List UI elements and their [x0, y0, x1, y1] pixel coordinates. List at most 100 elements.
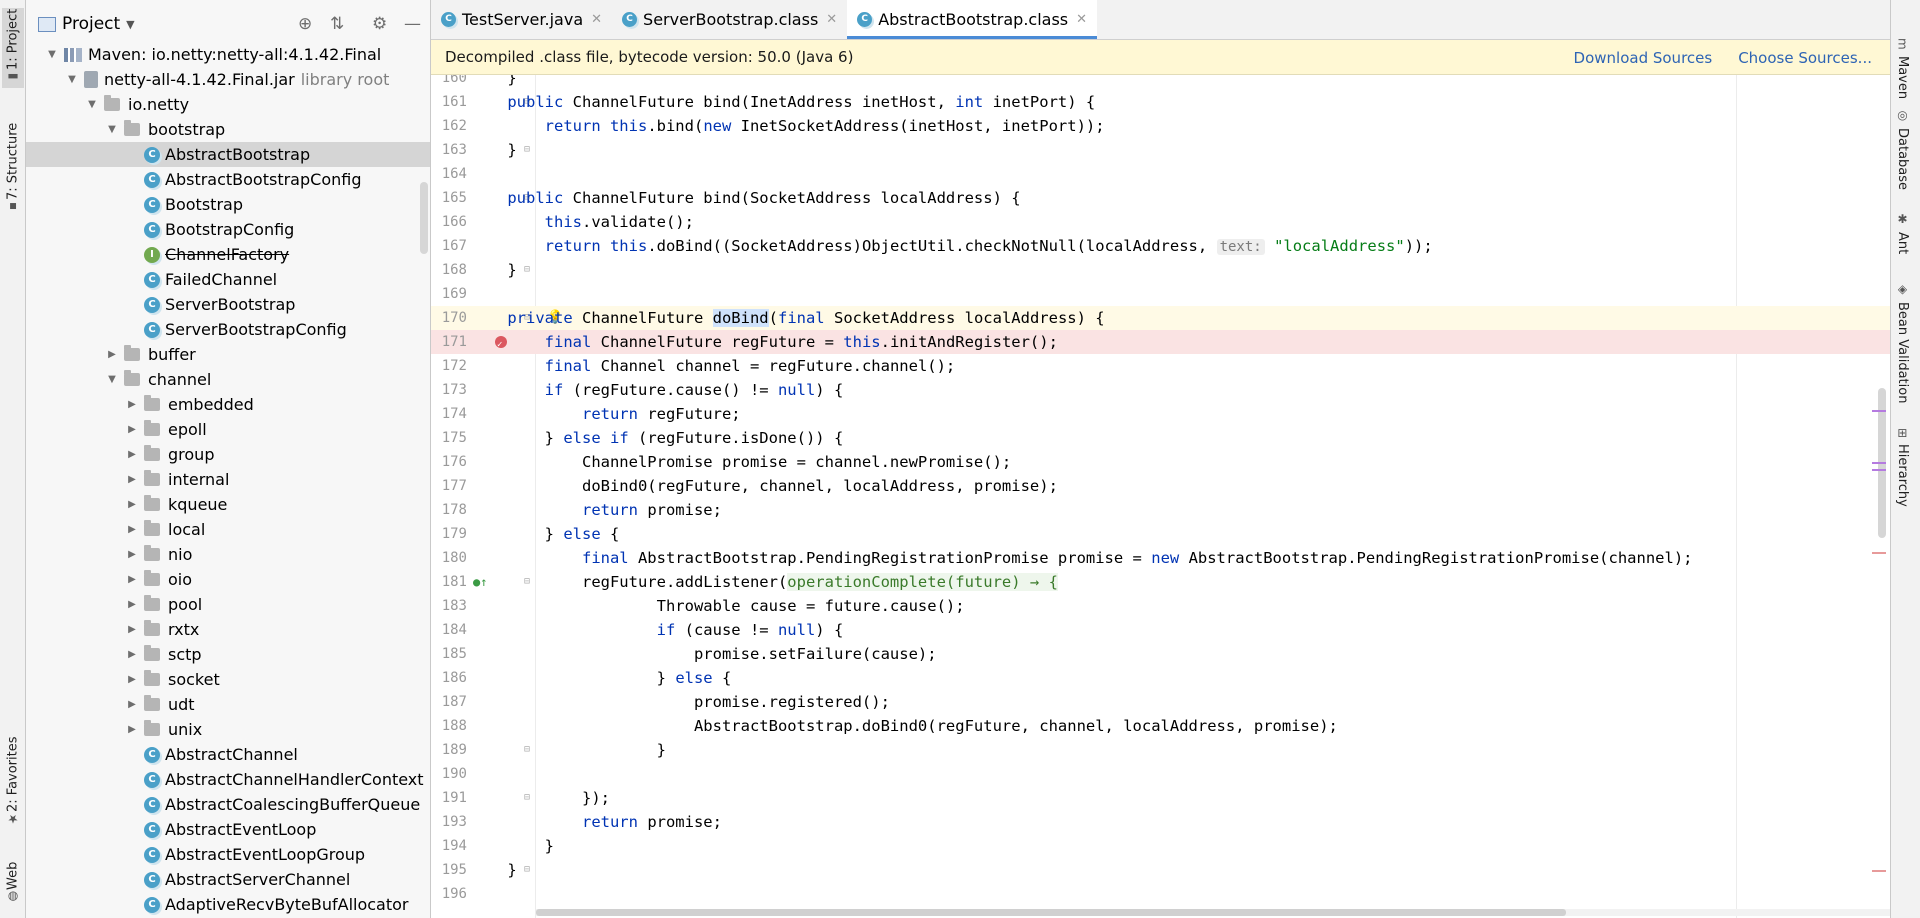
fold-marker-icon[interactable]: ⊟ — [524, 858, 530, 882]
structure-tool-tab[interactable]: ▪ 7: Structure — [2, 118, 24, 218]
web-tool-tab[interactable]: ◍ Web — [2, 848, 24, 908]
tree-item[interactable]: ▶ sctp — [26, 642, 430, 667]
editor-tab[interactable]: C TestServer.java ✕ — [431, 0, 612, 39]
gear-icon[interactable]: ⚙ — [372, 14, 387, 34]
tree-item[interactable]: C BootstrapConfig — [26, 217, 430, 242]
tree-item-label: oio — [168, 570, 193, 589]
choose-sources-link[interactable]: Choose Sources... — [1738, 49, 1872, 67]
collapsed-arrow-icon[interactable]: ▶ — [124, 649, 140, 660]
tree-item[interactable]: ▶ buffer — [26, 342, 430, 367]
tree-item-label: channel — [148, 370, 212, 389]
tree-item[interactable]: C AbstractServerChannel — [26, 867, 430, 892]
collapsed-arrow-icon[interactable]: ▶ — [124, 524, 140, 535]
bean-validation-tool-tab[interactable]: ◈ Bean Validation — [1895, 282, 1910, 403]
tree-item[interactable]: ▶ group — [26, 442, 430, 467]
collapsed-arrow-icon[interactable]: ▶ — [124, 499, 140, 510]
collapsed-arrow-icon[interactable]: ▶ — [124, 399, 140, 410]
tree-item[interactable]: ▶ unix — [26, 717, 430, 742]
collapsed-arrow-icon[interactable]: ▶ — [124, 549, 140, 560]
project-view-selector[interactable]: Project ▼ — [38, 14, 135, 34]
tree-item[interactable]: C AbstractEventLoop — [26, 817, 430, 842]
locate-icon[interactable]: ⊕ — [298, 14, 312, 34]
tree-item[interactable]: ▶ local — [26, 517, 430, 542]
download-sources-link[interactable]: Download Sources — [1574, 49, 1713, 67]
tree-item[interactable]: ▶ rxtx — [26, 617, 430, 642]
tree-item-label: AbstractServerChannel — [165, 870, 351, 889]
tree-item[interactable]: C Bootstrap — [26, 192, 430, 217]
collapsed-arrow-icon[interactable]: ▶ — [124, 674, 140, 685]
expanded-arrow-icon[interactable]: ▼ — [84, 99, 100, 110]
tree-item[interactable]: ▶ kqueue — [26, 492, 430, 517]
tree-item[interactable]: ▼ Maven: io.netty:netty-all:4.1.42.Final — [26, 42, 430, 67]
ant-tool-tab[interactable]: ✱ Ant — [1895, 212, 1910, 254]
tree-item[interactable]: ▶ epoll — [26, 417, 430, 442]
tree-item[interactable]: C FailedChannel — [26, 267, 430, 292]
hierarchy-tool-tab[interactable]: ⊞ Hierarchy — [1895, 428, 1910, 507]
tree-item[interactable]: C AbstractChannel — [26, 742, 430, 767]
tree-item[interactable]: I ChannelFactory — [26, 242, 430, 267]
tree-item[interactable]: ▶ pool — [26, 592, 430, 617]
fold-marker-icon[interactable]: ⊟ — [524, 138, 530, 162]
error-stripe-mark[interactable] — [1872, 870, 1886, 872]
tree-item[interactable]: C AdaptiveRecvByteBufAllocator — [26, 892, 430, 917]
expanded-arrow-icon[interactable]: ▼ — [64, 74, 80, 85]
hide-panel-icon[interactable]: — — [404, 14, 421, 34]
horizontal-scrollbar[interactable] — [536, 909, 1890, 916]
tree-item[interactable]: C AbstractBootstrapConfig — [26, 167, 430, 192]
tree-item[interactable]: ▼ io.netty — [26, 92, 430, 117]
collapsed-arrow-icon[interactable]: ▶ — [124, 724, 140, 735]
collapsed-arrow-icon[interactable]: ▶ — [124, 624, 140, 635]
collapsed-arrow-icon[interactable]: ▶ — [124, 699, 140, 710]
tree-item[interactable]: ▶ internal — [26, 467, 430, 492]
tree-item[interactable]: C AbstractCoalescingBufferQueue — [26, 792, 430, 817]
package-icon — [144, 670, 160, 686]
close-icon[interactable]: ✕ — [1076, 12, 1087, 27]
project-tool-tab[interactable]: ▬ 1: Project — [2, 8, 24, 88]
code-token: .bind( — [647, 117, 704, 135]
tree-item[interactable]: ▶ oio — [26, 567, 430, 592]
tree-item[interactable]: ▶ embedded — [26, 392, 430, 417]
tree-item[interactable]: C AbstractChannelHandlerContext — [26, 767, 430, 792]
database-tool-tab[interactable]: ◎ Database — [1895, 108, 1910, 190]
error-stripe-mark[interactable] — [1872, 469, 1886, 471]
code-text: } else { — [470, 522, 620, 546]
collapsed-arrow-icon[interactable]: ▶ — [124, 474, 140, 485]
tree-item[interactable]: C ServerBootstrap — [26, 292, 430, 317]
tree-item[interactable]: ▶ udt — [26, 692, 430, 717]
tree-item[interactable]: C AbstractBootstrap — [26, 142, 430, 167]
fold-marker-icon[interactable]: ⊟ — [524, 258, 530, 282]
error-stripe-mark[interactable] — [1872, 462, 1886, 464]
tree-item[interactable]: ▼ bootstrap — [26, 117, 430, 142]
error-stripe-mark[interactable] — [1872, 410, 1886, 412]
tree-item[interactable]: C AbstractEventLoopGroup — [26, 842, 430, 867]
tree-item[interactable]: ▶ nio — [26, 542, 430, 567]
favorites-tool-tab[interactable]: ★ 2: Favorites — [2, 730, 24, 830]
code-token: } — [470, 525, 564, 543]
tree-item[interactable]: C ServerBootstrapConfig — [26, 317, 430, 342]
collapsed-arrow-icon[interactable]: ▶ — [104, 349, 120, 360]
error-stripe-mark[interactable] — [1872, 552, 1886, 554]
structure-tool-tab-label: 7: Structure — [5, 122, 21, 200]
collapsed-arrow-icon[interactable]: ▶ — [124, 424, 140, 435]
code-token: return this — [470, 237, 648, 255]
collapsed-arrow-icon[interactable]: ▶ — [124, 449, 140, 460]
editor-tab[interactable]: C ServerBootstrap.class ✕ — [612, 0, 847, 39]
code-area[interactable]: 160 } 161 ⊟ public ChannelFuture bind(Inet… — [431, 75, 1890, 918]
package-icon — [144, 395, 160, 411]
collapsed-arrow-icon[interactable]: ▶ — [124, 599, 140, 610]
close-icon[interactable]: ✕ — [591, 12, 602, 27]
code-text: public ChannelFuture bind(InetAddress in… — [470, 90, 1095, 114]
horizontal-scrollbar-thumb[interactable] — [536, 909, 1566, 916]
project-tree-scrollbar[interactable] — [420, 182, 428, 254]
expanded-arrow-icon[interactable]: ▼ — [104, 124, 120, 135]
expanded-arrow-icon[interactable]: ▼ — [104, 374, 120, 385]
collapsed-arrow-icon[interactable]: ▶ — [124, 574, 140, 585]
close-icon[interactable]: ✕ — [826, 12, 837, 27]
tree-item[interactable]: ▶ socket — [26, 667, 430, 692]
collapse-all-icon[interactable]: ⇅ — [330, 14, 344, 34]
tree-item[interactable]: ▼ channel — [26, 367, 430, 392]
editor-tab[interactable]: C AbstractBootstrap.class ✕ — [847, 0, 1098, 39]
tree-item[interactable]: ▼ netty-all-4.1.42.Final.jar library root — [26, 67, 430, 92]
expanded-arrow-icon[interactable]: ▼ — [44, 49, 60, 60]
maven-tool-tab[interactable]: m Maven — [1895, 38, 1910, 99]
